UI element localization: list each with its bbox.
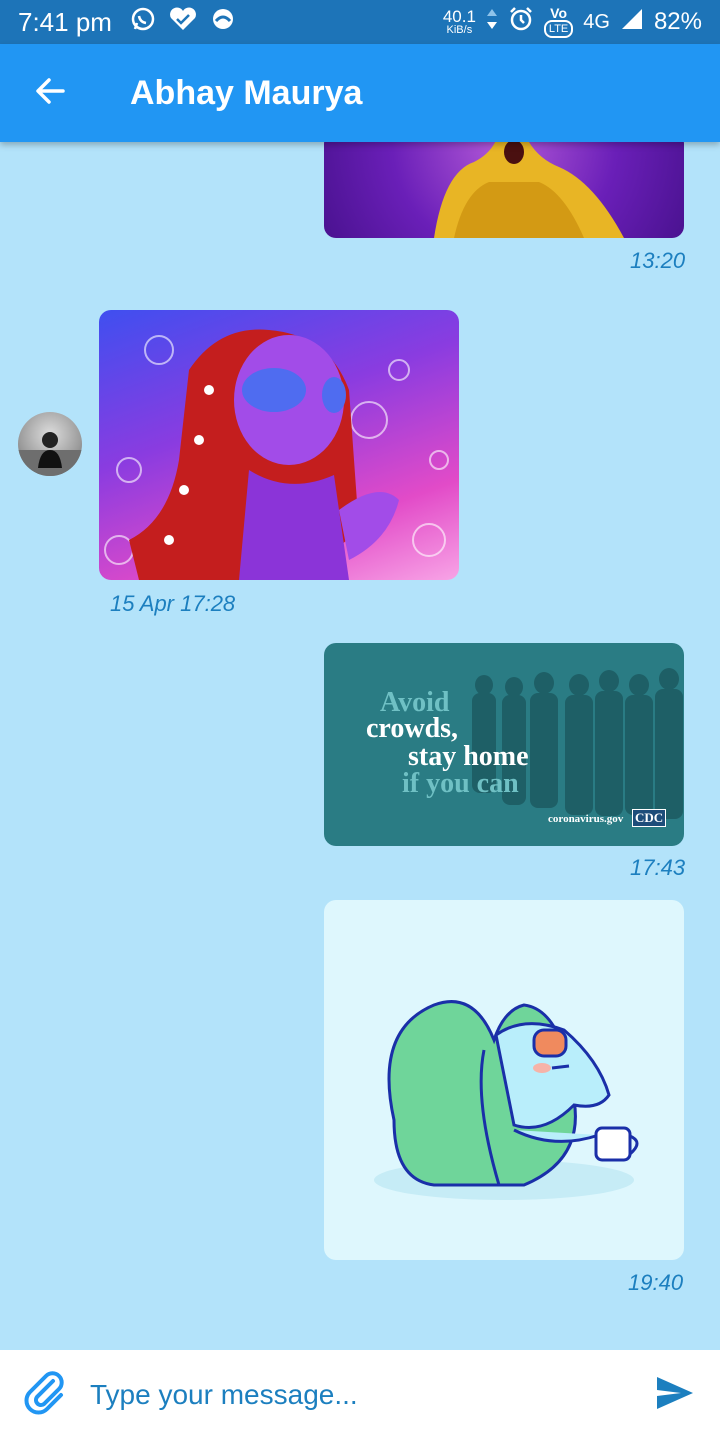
message-time: 15 Apr 17:28: [110, 591, 236, 616]
alarm-icon: [508, 6, 534, 39]
image-caption-line: if you can: [402, 768, 519, 799]
attach-button[interactable]: [0, 1350, 90, 1440]
message-composer: [0, 1350, 720, 1440]
status-bar: 7:41 pm 40.1 KiB/s Vo LTE 4G 82%: [0, 0, 720, 44]
chat-area[interactable]: 13:20 15 Apr 17:28 Avoid crowds, stay ho…: [0, 142, 720, 1350]
avatar[interactable]: [18, 412, 82, 476]
status-time: 7:41 pm: [18, 6, 112, 37]
paperclip-icon: [23, 1370, 67, 1420]
send-button[interactable]: [630, 1350, 720, 1440]
data-arrows-icon: [486, 7, 498, 38]
sticker-message[interactable]: [324, 900, 684, 1260]
send-icon: [655, 1375, 695, 1416]
message-input[interactable]: [90, 1365, 630, 1425]
message-time: 19:40: [628, 1270, 684, 1295]
message-time: 17:43: [630, 855, 686, 880]
app-notification-icon: [210, 6, 236, 39]
network-type: 4G: [583, 10, 610, 33]
cdc-logo: CDC: [632, 809, 667, 827]
contact-name: Abhay Maurya: [130, 73, 363, 112]
image-message[interactable]: Avoid crowds, stay home if you can coron…: [324, 643, 684, 846]
back-button[interactable]: [0, 44, 100, 142]
heart-check-icon: [168, 6, 198, 39]
signal-icon: [620, 7, 644, 38]
image-message[interactable]: [324, 142, 684, 238]
volte-indicator: Vo LTE: [543, 6, 574, 38]
whatsapp-icon: [130, 6, 156, 39]
arrow-left-icon: [33, 74, 67, 113]
net-speed: 40.1 KiB/s: [442, 7, 476, 36]
image-message[interactable]: [99, 310, 459, 580]
battery-level: 82%: [653, 8, 702, 35]
message-time: 13:20: [630, 248, 686, 273]
image-site-label: coronavirus.gov: [548, 813, 624, 825]
app-bar: Abhay Maurya: [0, 44, 720, 142]
